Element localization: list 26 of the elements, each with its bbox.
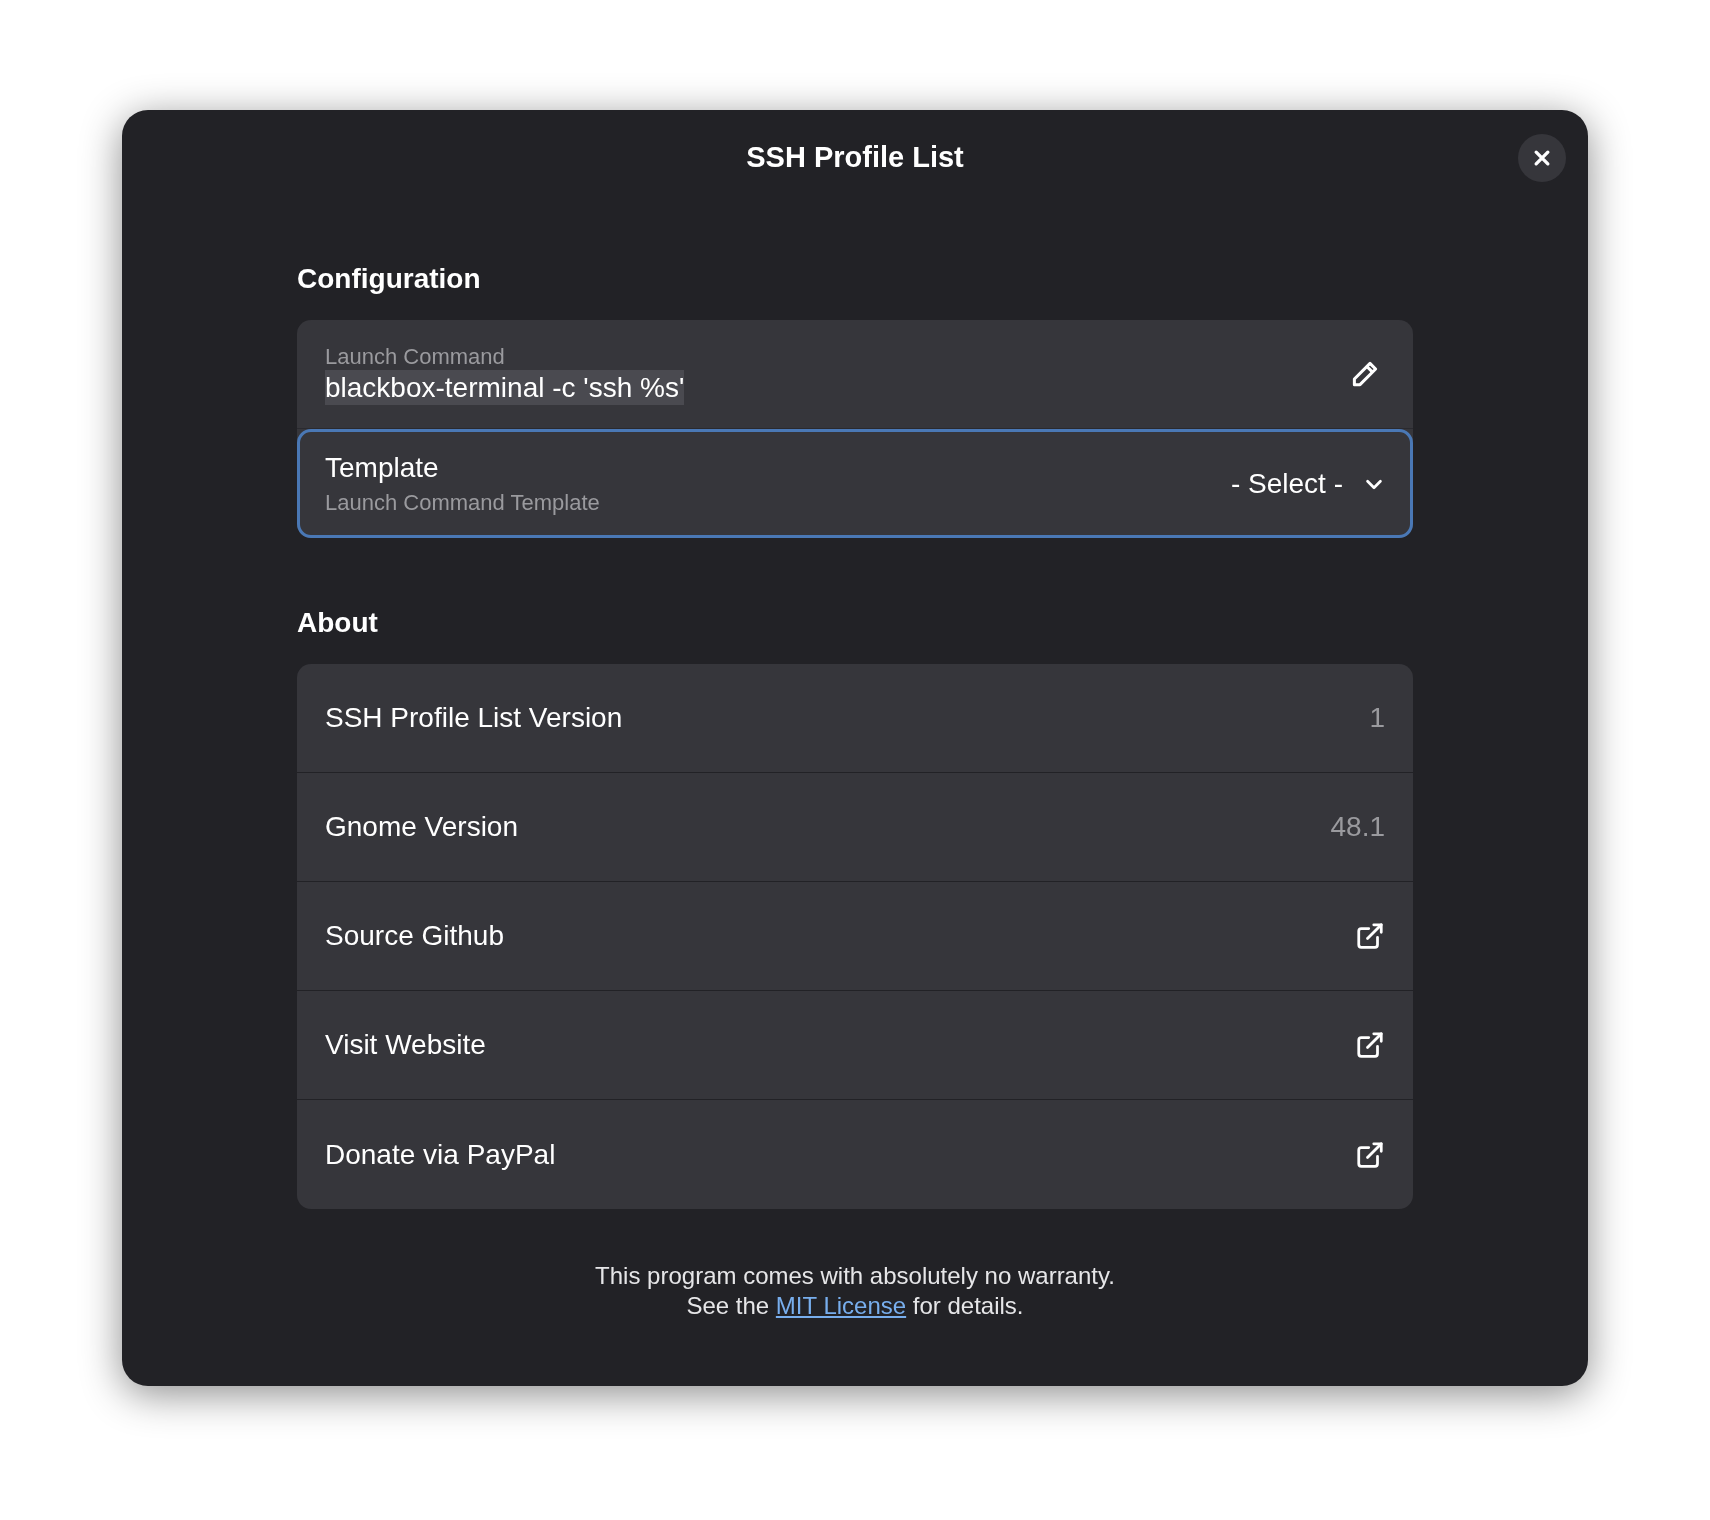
- row-title: Template: [325, 451, 440, 486]
- template-row[interactable]: Template Launch Command Template - Select -: [297, 429, 1413, 538]
- section-heading: About: [297, 606, 379, 640]
- pencil-icon: [1350, 359, 1380, 389]
- link-row[interactable]: Visit Website: [297, 991, 1413, 1100]
- row-value: 1: [1369, 701, 1385, 735]
- row-subtitle: Launch Command Template: [325, 489, 601, 517]
- row-title: SSH Profile List Version: [325, 701, 623, 735]
- warranty-note: This program comes with absolutely no warranty.: [595, 1261, 1115, 1291]
- row-value: 48.1: [1330, 810, 1385, 844]
- link-row[interactable]: Donate via PayPal: [297, 1100, 1413, 1209]
- license-link[interactable]: MIT License: [775, 1292, 907, 1319]
- dropdown-value: - Select -: [1230, 466, 1343, 501]
- row-title: Gnome Version: [325, 810, 518, 844]
- external-link-icon: [1355, 921, 1385, 951]
- window-title: SSH Profile List: [746, 140, 964, 176]
- external-link-icon: [1355, 1030, 1385, 1060]
- link-row[interactable]: Source Github: [297, 882, 1413, 991]
- close-icon: [1532, 148, 1552, 168]
- section-heading: Configuration: [297, 262, 482, 296]
- close-button[interactable]: [1518, 134, 1566, 182]
- launch-command-row[interactable]: Launch Command blackbox-terminal -c 'ssh %s': [297, 320, 1413, 429]
- license-note: See the MIT License for details.: [686, 1291, 1024, 1321]
- field-label: Launch Command: [325, 342, 506, 371]
- external-link-icon: [1355, 1139, 1385, 1170]
- command-value: blackbox-terminal -c 'ssh %s': [325, 370, 685, 406]
